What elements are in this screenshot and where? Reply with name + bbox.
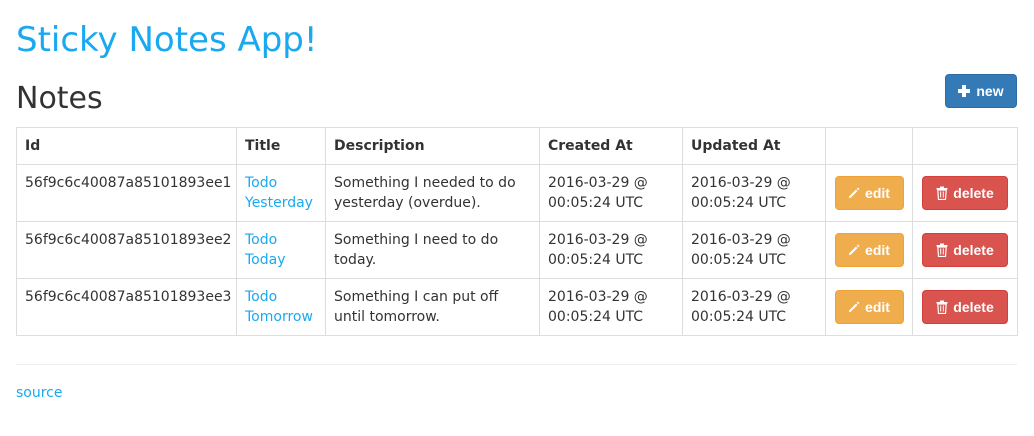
table-header: Id Title Description Created At Updated … xyxy=(16,127,1018,165)
updated-time: 00:05:24 UTC xyxy=(691,252,787,268)
column-header-title: Title xyxy=(236,127,326,165)
note-created-at: 2016-03-29 @ 00:05:24 UTC xyxy=(539,221,683,279)
note-title-link[interactable]: Todo Today xyxy=(245,232,286,268)
created-date: 2016-03-29 @ xyxy=(548,289,648,305)
delete-button[interactable]: delete xyxy=(922,233,1008,267)
note-id: 56f9c6c40087a85101893ee1 xyxy=(16,164,237,222)
note-id: 56f9c6c40087a85101893ee2 xyxy=(16,221,237,279)
note-id: 56f9c6c40087a85101893ee3 xyxy=(16,278,237,336)
table-row: 56f9c6c40087a85101893ee2 Todo Today Somet… xyxy=(16,221,1018,279)
edit-button-label: edit xyxy=(865,299,890,315)
note-description: Something I needed to do yesterday (over… xyxy=(325,164,540,222)
updated-date: 2016-03-29 @ xyxy=(691,232,791,248)
created-date: 2016-03-29 @ xyxy=(548,175,648,191)
notes-table: Id Title Description Created At Updated … xyxy=(16,127,1018,336)
plus-icon xyxy=(958,85,971,97)
table-body: 56f9c6c40087a85101893ee1 Todo Yesterday S… xyxy=(16,164,1018,336)
note-title-link[interactable]: Todo Tomorrow xyxy=(245,289,313,325)
updated-date: 2016-03-29 @ xyxy=(691,289,791,305)
trash-icon xyxy=(936,300,948,314)
created-time: 00:05:24 UTC xyxy=(548,252,644,268)
delete-button-label: delete xyxy=(953,185,994,201)
edit-button-label: edit xyxy=(865,185,890,201)
pencil-icon xyxy=(848,301,860,313)
updated-time: 00:05:24 UTC xyxy=(691,309,787,325)
delete-cell: delete xyxy=(912,221,1018,279)
delete-cell: delete xyxy=(912,164,1018,222)
note-title-line-1: Todo xyxy=(245,232,278,248)
table-row: 56f9c6c40087a85101893ee3 Todo Tomorrow So… xyxy=(16,278,1018,336)
note-title-cell: Todo Tomorrow xyxy=(236,278,326,336)
note-description: Something I can put off until tomorrow. xyxy=(325,278,540,336)
column-header-edit xyxy=(825,127,913,165)
table-row: 56f9c6c40087a85101893ee1 Todo Yesterday S… xyxy=(16,164,1018,222)
note-created-at: 2016-03-29 @ 00:05:24 UTC xyxy=(539,164,683,222)
header-row: Id Title Description Created At Updated … xyxy=(16,127,1018,165)
pencil-icon xyxy=(848,187,860,199)
updated-date: 2016-03-29 @ xyxy=(691,175,791,191)
page-title: Notes xyxy=(16,81,103,116)
note-title-cell: Todo Today xyxy=(236,221,326,279)
delete-button[interactable]: delete xyxy=(922,290,1008,324)
note-description: Something I need to do today. xyxy=(325,221,540,279)
delete-button-label: delete xyxy=(953,299,994,315)
note-title-line-2: Yesterday xyxy=(245,195,313,211)
edit-button[interactable]: edit xyxy=(834,290,904,324)
edit-button-label: edit xyxy=(865,242,890,258)
edit-button[interactable]: edit xyxy=(834,233,904,267)
note-updated-at: 2016-03-29 @ 00:05:24 UTC xyxy=(682,221,826,279)
new-note-button[interactable]: new xyxy=(945,74,1017,108)
column-header-created-at: Created At xyxy=(539,127,683,165)
created-time: 00:05:24 UTC xyxy=(548,309,644,325)
note-updated-at: 2016-03-29 @ 00:05:24 UTC xyxy=(682,278,826,336)
delete-button[interactable]: delete xyxy=(922,176,1008,210)
note-title-line-2: Today xyxy=(245,252,286,268)
note-updated-at: 2016-03-29 @ 00:05:24 UTC xyxy=(682,164,826,222)
note-title-cell: Todo Yesterday xyxy=(236,164,326,222)
note-created-at: 2016-03-29 @ 00:05:24 UTC xyxy=(539,278,683,336)
delete-cell: delete xyxy=(912,278,1018,336)
created-time: 00:05:24 UTC xyxy=(548,195,644,211)
source-link[interactable]: source xyxy=(16,385,63,401)
created-date: 2016-03-29 @ xyxy=(548,232,648,248)
column-header-id: Id xyxy=(16,127,237,165)
column-header-description: Description xyxy=(325,127,540,165)
edit-button[interactable]: edit xyxy=(834,176,904,210)
new-button-label: new xyxy=(976,83,1004,99)
delete-button-label: delete xyxy=(953,242,994,258)
column-header-delete xyxy=(912,127,1018,165)
trash-icon xyxy=(936,243,948,257)
note-title-link[interactable]: Todo Yesterday xyxy=(245,175,313,211)
note-title-line-1: Todo xyxy=(245,175,278,191)
note-title-line-2: Tomorrow xyxy=(245,309,313,325)
trash-icon xyxy=(936,186,948,200)
edit-cell: edit xyxy=(825,164,913,222)
notes-page: Sticky Notes App! Notes new Id Title Des… xyxy=(0,0,1034,436)
updated-time: 00:05:24 UTC xyxy=(691,195,787,211)
pencil-icon xyxy=(848,244,860,256)
app-title-link[interactable]: Sticky Notes App! xyxy=(16,21,318,59)
note-title-line-1: Todo xyxy=(245,289,278,305)
edit-cell: edit xyxy=(825,278,913,336)
column-header-updated-at: Updated At xyxy=(682,127,826,165)
footer-divider xyxy=(16,364,1017,365)
edit-cell: edit xyxy=(825,221,913,279)
